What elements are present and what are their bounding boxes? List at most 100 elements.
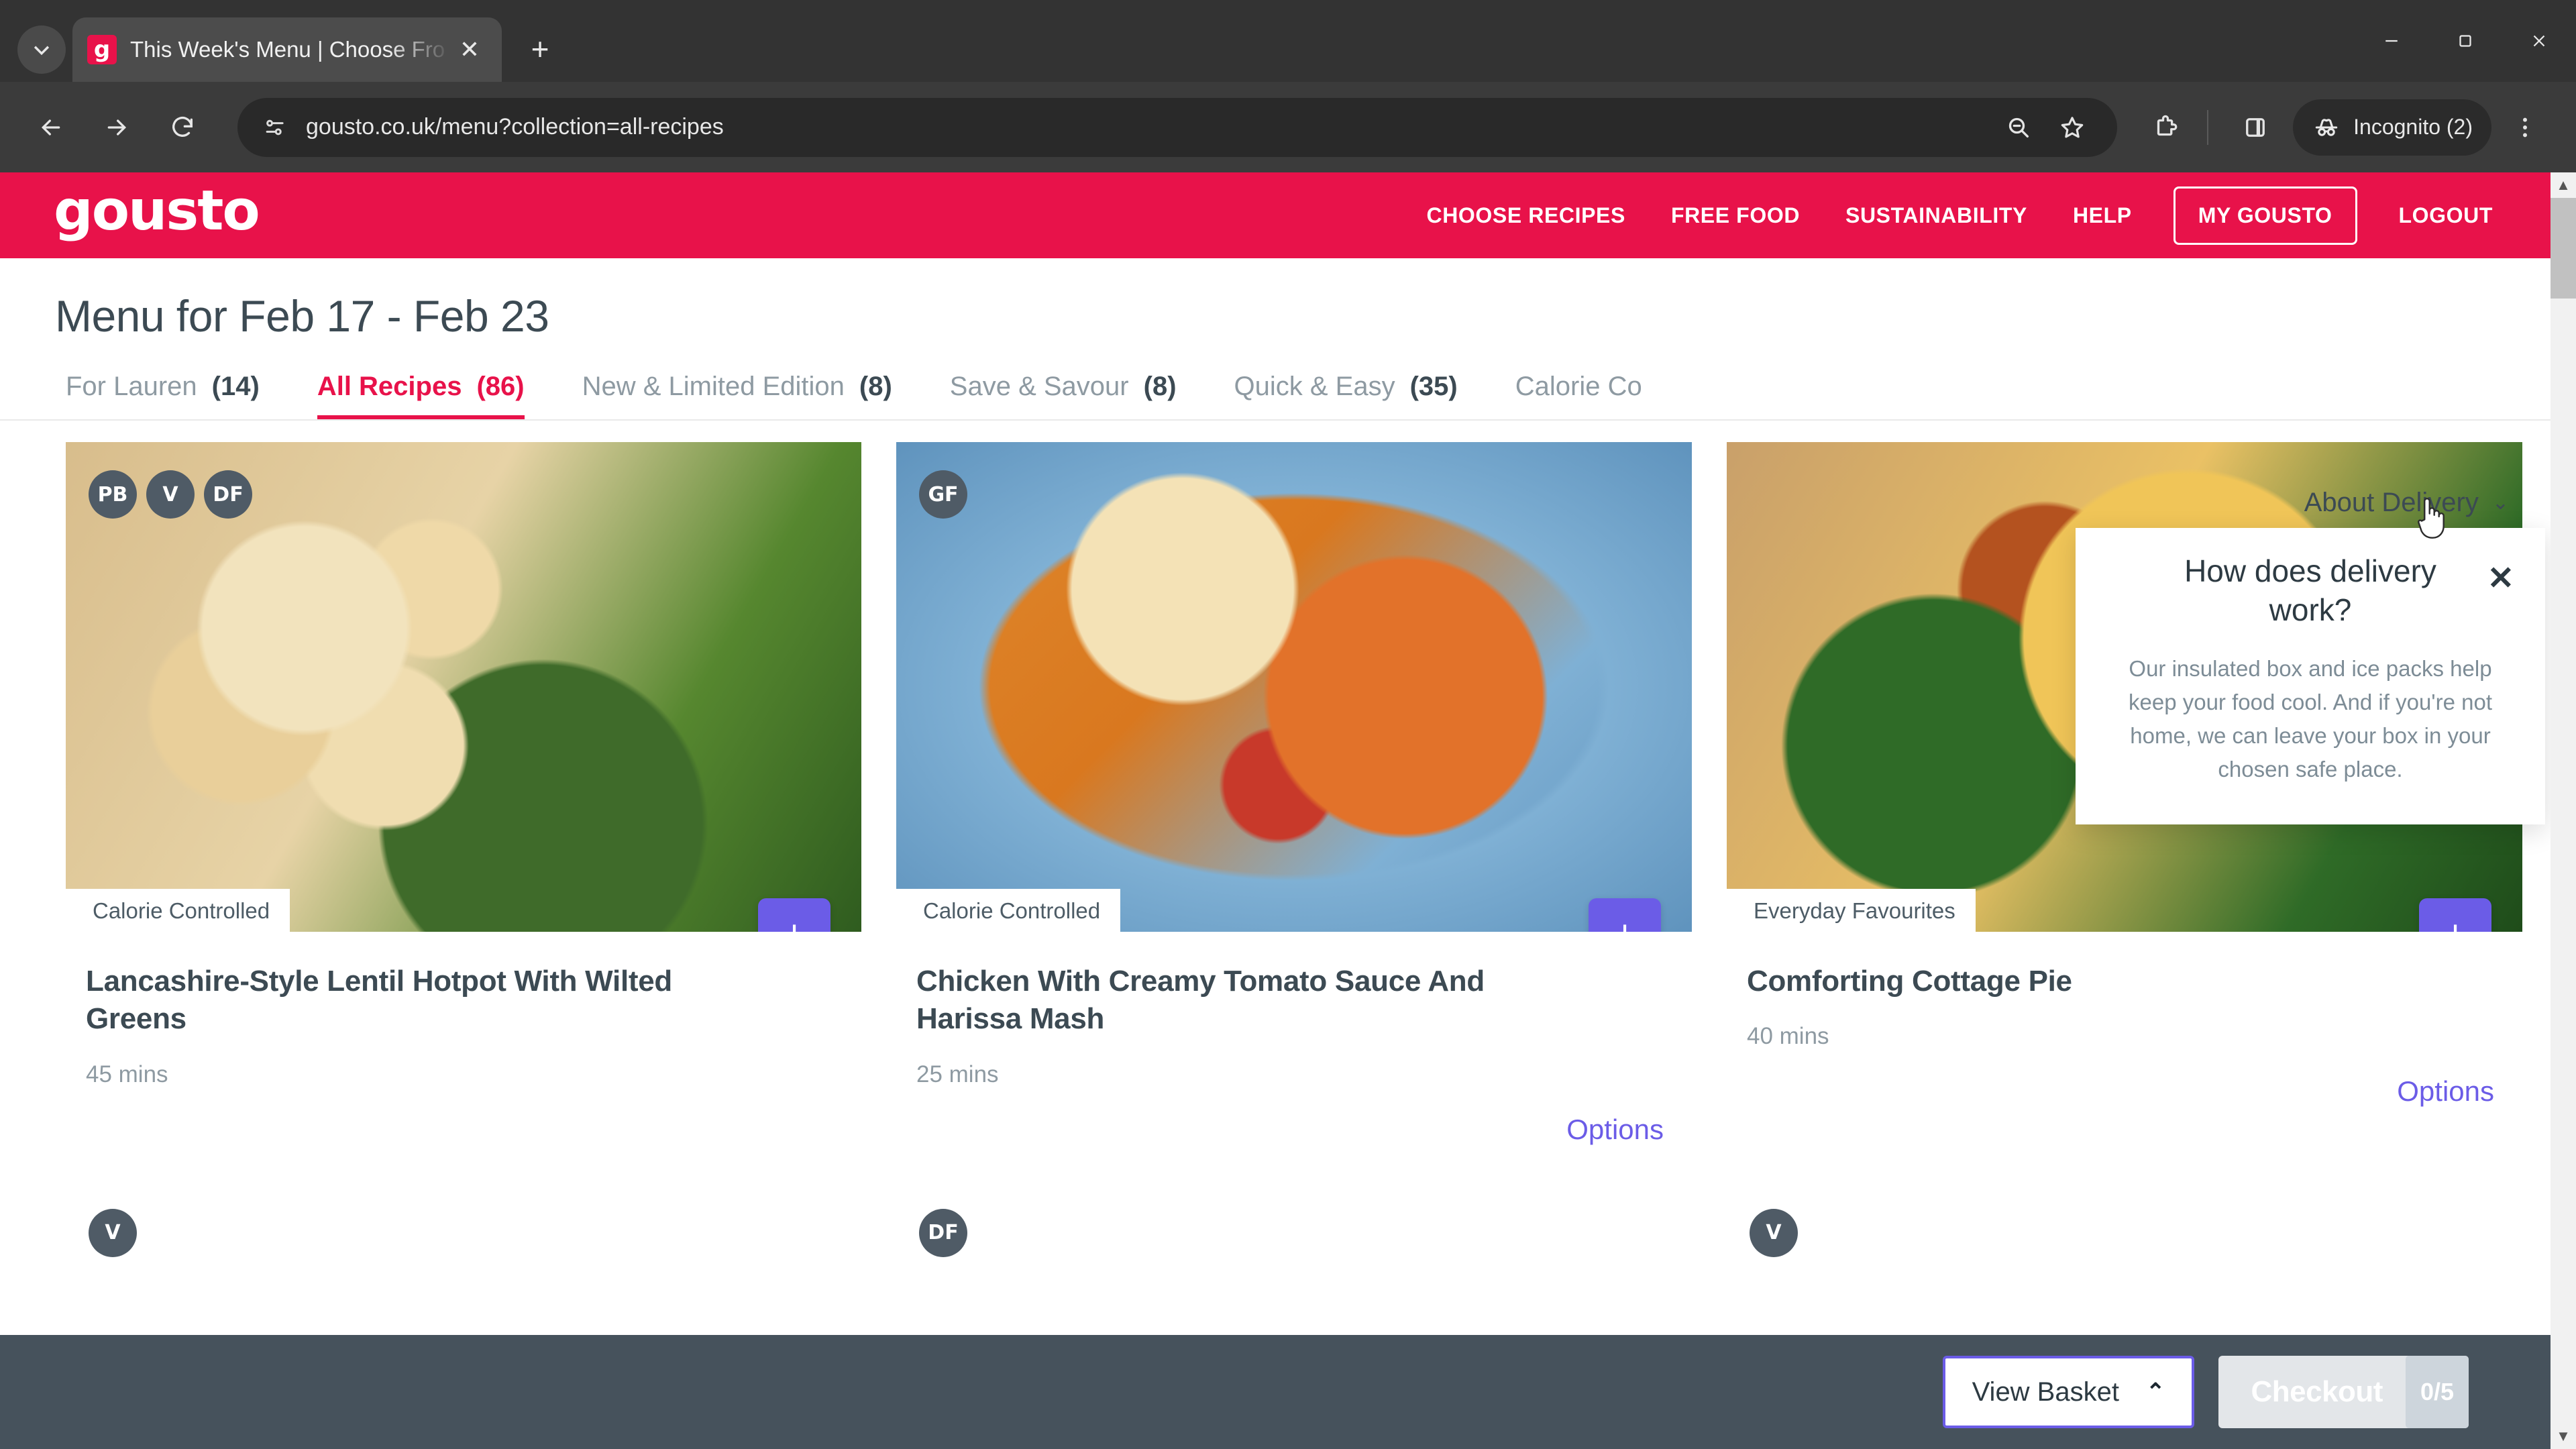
recipe-image[interactable]: V	[66, 1181, 861, 1355]
badge-df: DF	[919, 1208, 967, 1257]
close-icon	[2533, 35, 2545, 47]
recipe-photo	[896, 442, 1692, 932]
tab-count: (35)	[1409, 372, 1458, 401]
tab-count: (8)	[859, 372, 892, 401]
bookmark-button[interactable]	[2047, 103, 2097, 152]
scroll-up-arrow-icon[interactable]: ▲	[2551, 172, 2576, 198]
tab-count: (14)	[211, 372, 260, 401]
view-basket-label: View Basket	[1972, 1377, 2119, 1407]
extensions-button[interactable]	[2137, 99, 2194, 156]
chrome-menu-button[interactable]	[2497, 99, 2553, 156]
delivery-tooltip: ✕ How does delivery work? Our insulated …	[2076, 528, 2545, 824]
tab-calorie-controlled[interactable]: Calorie Co	[1515, 372, 1642, 419]
chevron-down-icon	[34, 46, 50, 56]
browser-tab[interactable]: g This Week's Menu | Choose Fro ✕	[72, 17, 502, 82]
recipe-card[interactable]: GF Calorie Controlled + Chicken With Cre…	[896, 442, 1692, 1146]
diet-badges: V	[1750, 1208, 1798, 1257]
new-tab-button[interactable]: +	[517, 25, 564, 72]
page-body: Menu for Feb 17 - Feb 23 For Lauren (14)…	[0, 258, 2576, 1449]
checkout-count-badge: 0/5	[2405, 1356, 2469, 1428]
recipe-card[interactable]: PB V DF Calorie Controlled + Lancashire-…	[66, 442, 861, 1146]
recipe-card[interactable]: V	[66, 1181, 861, 1355]
minimize-button[interactable]	[2355, 0, 2428, 82]
recipe-card[interactable]: DF	[896, 1181, 1692, 1355]
tab-label: For Lauren	[66, 372, 197, 401]
nav-choose-recipes[interactable]: CHOOSE RECIPES	[1426, 203, 1625, 228]
back-arrow-icon	[41, 119, 60, 136]
tab-quick-easy[interactable]: Quick & Easy (35)	[1234, 372, 1458, 419]
tab-save-savour[interactable]: Save & Savour (8)	[950, 372, 1177, 419]
badge-v: V	[1750, 1208, 1798, 1257]
add-recipe-button[interactable]: +	[758, 898, 830, 932]
page-viewport: gousto CHOOSE RECIPES FREE FOOD SUSTAINA…	[0, 172, 2576, 1449]
diet-badges: V	[89, 1208, 137, 1257]
side-panel-button[interactable]	[2227, 99, 2284, 156]
tooltip-close-button[interactable]: ✕	[2487, 563, 2514, 595]
recipe-image[interactable]: GF Calorie Controlled +	[896, 442, 1692, 932]
about-delivery-label: About Delivery	[2304, 488, 2479, 517]
view-basket-button[interactable]: View Basket ⌃	[1942, 1356, 2195, 1428]
tab-for-lauren[interactable]: For Lauren (14)	[66, 372, 260, 419]
recipe-body: Comforting Cottage Pie 40 mins	[1727, 932, 2522, 1050]
incognito-profile-button[interactable]: Incognito (2)	[2293, 99, 2491, 156]
scrollbar-thumb[interactable]	[2551, 198, 2576, 299]
star-icon	[2061, 116, 2084, 138]
toolbar-right: Incognito (2)	[2132, 99, 2553, 156]
site-settings-button[interactable]	[258, 110, 292, 145]
reload-button[interactable]	[154, 99, 211, 156]
chevron-up-icon: ⌃	[2145, 1379, 2165, 1405]
zoom-out-button[interactable]	[1994, 103, 2043, 152]
recipe-time: 45 mins	[86, 1061, 168, 1087]
recipe-image[interactable]: V	[1727, 1181, 2522, 1355]
recipe-title[interactable]: Comforting Cottage Pie	[1747, 963, 2424, 1000]
toolbar-divider	[2207, 109, 2209, 145]
gousto-logo[interactable]: gousto	[54, 184, 260, 239]
tab-label: Calorie Co	[1515, 372, 1642, 401]
checkout-button[interactable]: Checkout 0/5	[2218, 1356, 2469, 1428]
badge-df: DF	[204, 470, 252, 519]
nav-free-food[interactable]: FREE FOOD	[1671, 203, 1800, 228]
incognito-hat-icon	[2315, 118, 2338, 136]
tab-all-recipes[interactable]: All Recipes (86)	[317, 372, 525, 419]
recipe-grid-row-2: V DF V	[0, 1146, 2576, 1355]
close-window-button[interactable]	[2502, 0, 2576, 82]
recipe-title[interactable]: Chicken With Creamy Tomato Sauce And Har…	[916, 963, 1594, 1038]
recipe-options-link[interactable]: Options	[1727, 1050, 2522, 1108]
recipe-image[interactable]: DF	[896, 1181, 1692, 1355]
recipe-image[interactable]: PB V DF Calorie Controlled +	[66, 442, 861, 932]
tooltip-body: Our insulated box and ice packs help kee…	[2129, 656, 2492, 782]
nav-logout[interactable]: LOGOUT	[2399, 203, 2493, 228]
site-settings-icon	[266, 119, 284, 135]
nav-help[interactable]: HELP	[2073, 203, 2132, 228]
diet-badges: DF	[919, 1208, 967, 1257]
tab-new-limited-edition[interactable]: New & Limited Edition (8)	[582, 372, 892, 419]
maximize-icon	[2459, 35, 2471, 47]
recipe-title[interactable]: Lancashire-Style Lentil Hotpot With Wilt…	[86, 963, 763, 1038]
recipe-card[interactable]: V	[1727, 1181, 2522, 1355]
nav-sustainability[interactable]: SUSTAINABILITY	[1845, 203, 2027, 228]
about-delivery-toggle[interactable]: About Delivery ⌄	[2304, 488, 2509, 518]
three-dot-menu-icon	[2523, 117, 2527, 137]
tab-label: All Recipes	[317, 372, 462, 401]
recipe-time: 40 mins	[1747, 1023, 1829, 1050]
address-bar[interactable]: gousto.co.uk/menu?collection=all-recipes	[237, 97, 2118, 157]
badge-v: V	[146, 470, 195, 519]
page-scrollbar[interactable]: ▲ ▼	[2551, 172, 2576, 1449]
tab-search-button[interactable]	[17, 25, 66, 74]
tooltip-heading: How does delivery work?	[2184, 553, 2436, 627]
back-button[interactable]	[23, 99, 79, 156]
checkout-label: Checkout	[2251, 1375, 2383, 1408]
nav-my-gousto[interactable]: MY GOUSTO	[2173, 186, 2357, 245]
maximize-button[interactable]	[2428, 0, 2502, 82]
recipe-options-link[interactable]: Options	[896, 1088, 1692, 1146]
tab-close-button[interactable]: ✕	[452, 32, 487, 67]
forward-button[interactable]	[89, 99, 145, 156]
add-recipe-button[interactable]: +	[2419, 898, 2491, 932]
url-text: gousto.co.uk/menu?collection=all-recipes	[306, 114, 724, 140]
add-recipe-button[interactable]: +	[1589, 898, 1661, 932]
reload-icon	[172, 116, 193, 137]
basket-bar: View Basket ⌃ Checkout 0/5	[0, 1335, 2576, 1449]
scroll-down-arrow-icon[interactable]: ▼	[2551, 1424, 2576, 1449]
minimize-icon	[2385, 40, 2398, 42]
zoom-out-icon	[2008, 117, 2029, 138]
